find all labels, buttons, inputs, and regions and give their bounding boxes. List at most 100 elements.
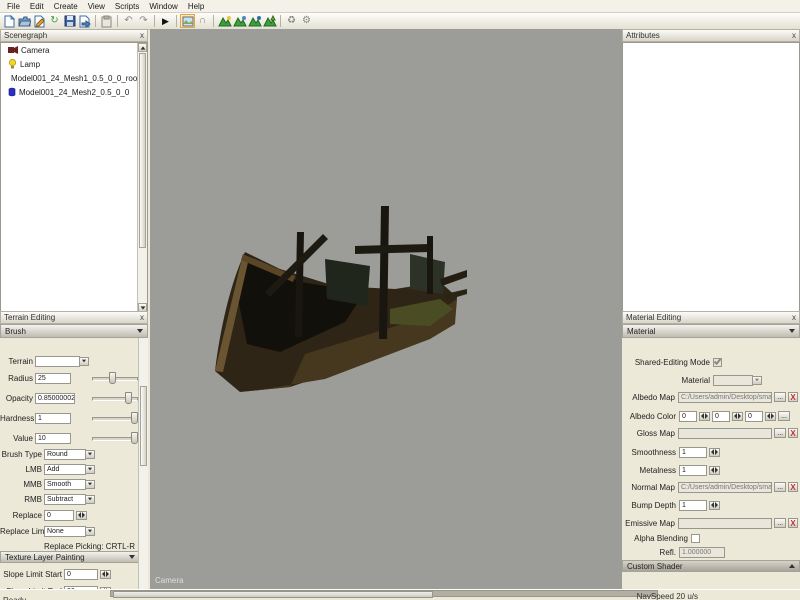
new-file-icon[interactable] — [2, 14, 17, 28]
terrain-smooth-icon[interactable] — [247, 14, 262, 28]
undo-icon[interactable]: ↶ — [121, 14, 136, 28]
terrain-raise-icon[interactable] — [217, 14, 232, 28]
tree-item-lamp[interactable]: Lamp — [1, 57, 147, 71]
scrollbar-thumb[interactable] — [113, 591, 433, 598]
close-icon[interactable]: x — [140, 32, 144, 40]
opacity-slider[interactable] — [92, 392, 138, 404]
close-icon[interactable]: x — [792, 32, 796, 40]
alpha-blending-checkbox[interactable] — [691, 534, 700, 543]
rmb-select[interactable]: Subtract — [44, 494, 86, 505]
section-custom-shader[interactable]: Custom Shader — [622, 560, 800, 572]
tree-item-mesh2[interactable]: Model001_24_Mesh2_0.5_0_0 — [1, 85, 147, 99]
stepper-icon[interactable] — [709, 466, 720, 475]
terrain-panel-scrollbar[interactable] — [138, 338, 148, 592]
scrollbar-thumb[interactable] — [139, 53, 146, 248]
chevron-down-icon[interactable] — [85, 495, 95, 504]
albedo-color-g[interactable]: 0 — [712, 411, 730, 422]
replace-limit-select[interactable]: None — [44, 526, 86, 537]
value-input[interactable]: 10 — [35, 433, 71, 444]
menu-file[interactable]: File — [2, 2, 25, 11]
albedo-color-b[interactable]: 0 — [745, 411, 763, 422]
chevron-down-icon[interactable] — [85, 465, 95, 474]
open-file-icon[interactable] — [17, 14, 32, 28]
menu-edit[interactable]: Edit — [25, 2, 49, 11]
stepper-icon[interactable] — [100, 570, 111, 579]
terrain-paint-icon[interactable] — [232, 14, 247, 28]
section-brush-label: Brush — [5, 327, 26, 336]
status-bar: Ready NavSpeed 20 u/s — [0, 589, 800, 600]
value-slider[interactable] — [92, 432, 138, 444]
albedo-map-browse-button[interactable]: ... — [774, 392, 786, 402]
terrain-foliage-icon[interactable] — [262, 14, 277, 28]
paste-icon[interactable] — [99, 14, 114, 28]
menu-view[interactable]: View — [83, 2, 110, 11]
radius-input[interactable]: 25 — [35, 373, 71, 384]
opacity-input[interactable]: 0.85000002 — [35, 393, 75, 404]
horizontal-scrollbar[interactable] — [110, 590, 658, 597]
gloss-map-path — [678, 428, 772, 439]
menu-window[interactable]: Window — [144, 2, 182, 11]
hardness-input[interactable]: 1 — [35, 413, 71, 424]
redo-icon[interactable]: ↷ — [136, 14, 151, 28]
stepper-icon[interactable] — [76, 511, 87, 520]
scrollbar-thumb[interactable] — [140, 386, 147, 466]
chevron-down-icon[interactable] — [85, 527, 95, 536]
viewport-3d[interactable]: Camera — [150, 29, 622, 589]
terrain-select[interactable] — [35, 356, 80, 367]
recycle-icon[interactable]: ♻ — [284, 14, 299, 28]
lmb-select[interactable]: Add — [44, 464, 86, 475]
normal-map-browse-button[interactable]: ... — [774, 482, 786, 492]
shared-editing-checkbox[interactable] — [713, 358, 722, 367]
stepper-icon[interactable] — [699, 412, 710, 421]
boat-model[interactable] — [205, 194, 467, 404]
chevron-down-icon[interactable] — [85, 480, 95, 489]
smoothness-input[interactable]: 1 — [679, 447, 707, 458]
gloss-map-clear-button[interactable]: X — [788, 428, 798, 438]
bump-depth-input[interactable]: 1 — [679, 500, 707, 511]
hardness-slider[interactable] — [92, 412, 138, 424]
tree-item-camera[interactable]: Camera — [1, 43, 147, 57]
chevron-down-icon[interactable] — [85, 450, 95, 459]
menu-scripts[interactable]: Scripts — [110, 2, 144, 11]
stepper-icon[interactable] — [709, 448, 720, 457]
albedo-color-r[interactable]: 0 — [679, 411, 697, 422]
menu-create[interactable]: Create — [49, 2, 83, 11]
replace-limit-label: Replace Limit — [0, 527, 42, 536]
replace-input[interactable]: 0 — [44, 510, 74, 521]
section-material[interactable]: Material — [622, 324, 800, 338]
radius-slider[interactable] — [92, 372, 138, 384]
scenegraph-scrollbar[interactable] — [137, 43, 147, 312]
reload-icon[interactable]: ↻ — [47, 14, 62, 28]
chevron-down-icon[interactable] — [752, 376, 762, 385]
export-file-icon[interactable] — [77, 14, 92, 28]
edit-scene-icon[interactable] — [32, 14, 47, 28]
stepper-icon[interactable] — [765, 412, 776, 421]
save-file-icon[interactable] — [62, 14, 77, 28]
section-brush[interactable]: Brush — [0, 324, 148, 338]
section-texture-layer-painting[interactable]: Texture Layer Painting — [0, 551, 140, 563]
settings-icon[interactable]: ⚙ — [299, 14, 314, 28]
magnet-icon[interactable]: ∩ — [195, 14, 210, 28]
snapshot-icon[interactable] — [180, 14, 195, 28]
replace-label: Replace — [0, 511, 42, 520]
mmb-select[interactable]: Smooth — [44, 479, 86, 490]
stepper-icon[interactable] — [709, 501, 720, 510]
normal-map-clear-button[interactable]: X — [788, 482, 798, 492]
stepper-icon[interactable] — [732, 412, 743, 421]
refl-input[interactable]: 1.000000 — [679, 547, 725, 558]
brush-type-select[interactable]: Round — [44, 449, 86, 460]
close-icon[interactable]: x — [792, 314, 796, 322]
slope-limit-start-input[interactable]: 0 — [64, 569, 98, 580]
albedo-color-picker-button[interactable]: ... — [778, 411, 790, 421]
play-icon[interactable]: ▶ — [158, 14, 173, 28]
albedo-map-clear-button[interactable]: X — [788, 392, 798, 402]
tree-item-mesh1[interactable]: Model001_24_Mesh1_0.5_0_0_root_root — [1, 71, 147, 85]
gloss-map-browse-button[interactable]: ... — [774, 428, 786, 438]
chevron-down-icon[interactable] — [79, 357, 89, 366]
emissive-map-clear-button[interactable]: X — [788, 518, 798, 528]
close-icon[interactable]: x — [140, 314, 144, 322]
menu-help[interactable]: Help — [183, 2, 209, 11]
metalness-input[interactable]: 1 — [679, 465, 707, 476]
material-select[interactable] — [713, 375, 753, 386]
emissive-map-browse-button[interactable]: ... — [774, 518, 786, 528]
